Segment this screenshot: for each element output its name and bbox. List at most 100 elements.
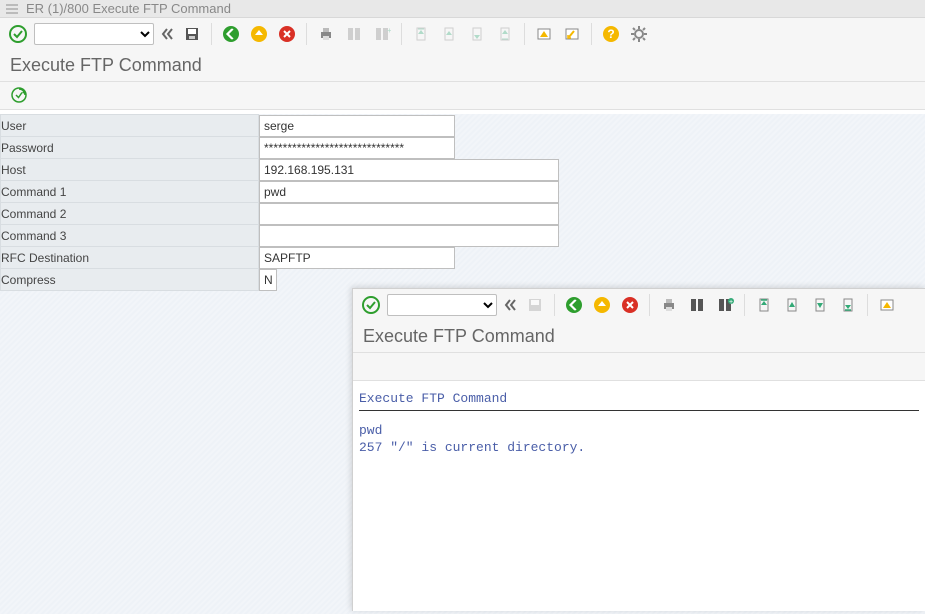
- form-row-host: Host: [1, 159, 560, 181]
- input-command3[interactable]: [259, 225, 559, 247]
- form-row-password: Password: [1, 137, 560, 159]
- app-toolbar: [0, 82, 925, 110]
- screen-title: Execute FTP Command: [0, 50, 925, 82]
- result-line: 257 "/" is current directory.: [359, 440, 919, 457]
- form-row-command1: Command 1: [1, 181, 560, 203]
- first-page-icon: [755, 296, 773, 314]
- back-button[interactable]: [501, 293, 519, 317]
- label-rfc-dest: RFC Destination: [1, 247, 259, 269]
- svg-text:+: +: [387, 26, 391, 35]
- result-header: Execute FTP Command: [359, 391, 919, 411]
- toolbar-separator: [401, 23, 402, 45]
- execute-button[interactable]: [8, 84, 32, 108]
- label-user: User: [1, 115, 259, 137]
- toolbar-separator: [211, 23, 212, 45]
- save-button[interactable]: [523, 293, 547, 317]
- overlay-window: + Execute FTP Command Execute FTP Comman…: [352, 288, 925, 611]
- new-session-button[interactable]: [875, 293, 899, 317]
- toolbar-separator: [867, 294, 868, 316]
- last-page-icon: [839, 296, 857, 314]
- input-compress[interactable]: [259, 269, 277, 291]
- gear-icon: [630, 25, 648, 43]
- first-page-button[interactable]: [409, 22, 433, 46]
- execute-icon: [10, 86, 30, 106]
- nav-exit-button[interactable]: [247, 22, 271, 46]
- input-command1[interactable]: [259, 181, 559, 203]
- print-button[interactable]: [657, 293, 681, 317]
- input-command2[interactable]: [259, 203, 559, 225]
- nav-back-button[interactable]: [219, 22, 243, 46]
- nav-back-icon: [222, 25, 240, 43]
- result-area: Execute FTP Command pwd 257 "/" is curre…: [353, 381, 925, 463]
- print-button[interactable]: [314, 22, 338, 46]
- save-button[interactable]: [180, 22, 204, 46]
- form-table: User Password Host Command 1 Command 2 C…: [0, 114, 560, 291]
- overlay-screen-title-text: Execute FTP Command: [363, 326, 555, 347]
- nav-cancel-button[interactable]: [275, 22, 299, 46]
- prev-page-button[interactable]: [437, 22, 461, 46]
- last-page-button[interactable]: [493, 22, 517, 46]
- label-host: Host: [1, 159, 259, 181]
- toolbar-separator: [554, 294, 555, 316]
- nav-exit-icon: [593, 296, 611, 314]
- new-session-button[interactable]: [532, 22, 556, 46]
- find-next-button[interactable]: +: [713, 293, 737, 317]
- find-icon: [345, 25, 363, 43]
- last-page-button[interactable]: [836, 293, 860, 317]
- command-field[interactable]: [34, 23, 154, 45]
- print-icon: [317, 25, 335, 43]
- nav-exit-button[interactable]: [590, 293, 614, 317]
- enter-icon: [362, 296, 380, 314]
- print-icon: [660, 296, 678, 314]
- find-next-button[interactable]: +: [370, 22, 394, 46]
- toolbar-separator: [649, 294, 650, 316]
- menu-icon[interactable]: [6, 4, 18, 14]
- nav-cancel-icon: [278, 25, 296, 43]
- overlay-screen-title: Execute FTP Command: [353, 321, 925, 353]
- first-page-icon: [412, 25, 430, 43]
- new-session-icon: [878, 296, 896, 314]
- customize-button[interactable]: [627, 22, 651, 46]
- input-user[interactable]: [259, 115, 455, 137]
- chevrons-left-icon: [503, 296, 517, 314]
- label-command2: Command 2: [1, 203, 259, 225]
- prev-page-button[interactable]: [780, 293, 804, 317]
- enter-icon: [9, 25, 27, 43]
- last-page-icon: [496, 25, 514, 43]
- window-titlebar: ER (1)/800 Execute FTP Command: [0, 0, 925, 18]
- toolbar-separator: [591, 23, 592, 45]
- input-password[interactable]: [259, 137, 455, 159]
- form-row-user: User: [1, 115, 560, 137]
- label-compress: Compress: [1, 269, 259, 291]
- next-page-button[interactable]: [465, 22, 489, 46]
- label-command1: Command 1: [1, 181, 259, 203]
- svg-text:?: ?: [607, 27, 614, 41]
- find-button[interactable]: [342, 22, 366, 46]
- form-row-rfc-dest: RFC Destination: [1, 247, 560, 269]
- nav-cancel-button[interactable]: [618, 293, 642, 317]
- input-host[interactable]: [259, 159, 559, 181]
- help-button[interactable]: ?: [599, 22, 623, 46]
- help-icon: ?: [602, 25, 620, 43]
- first-page-button[interactable]: [752, 293, 776, 317]
- prev-page-icon: [440, 25, 458, 43]
- find-button[interactable]: [685, 293, 709, 317]
- command-field[interactable]: [387, 294, 497, 316]
- enter-button[interactable]: [6, 22, 30, 46]
- back-button[interactable]: [158, 22, 176, 46]
- overlay-app-toolbar: [353, 353, 925, 381]
- chevrons-left-icon: [160, 25, 174, 43]
- save-icon: [183, 25, 201, 43]
- shortcut-button[interactable]: [560, 22, 584, 46]
- nav-back-icon: [565, 296, 583, 314]
- nav-exit-icon: [250, 25, 268, 43]
- input-rfc-dest[interactable]: [259, 247, 455, 269]
- screen-title-text: Execute FTP Command: [10, 55, 202, 76]
- window-title: ER (1)/800 Execute FTP Command: [26, 1, 231, 16]
- new-session-icon: [535, 25, 553, 43]
- find-icon: [688, 296, 706, 314]
- next-page-button[interactable]: [808, 293, 832, 317]
- enter-button[interactable]: [359, 293, 383, 317]
- nav-back-button[interactable]: [562, 293, 586, 317]
- toolbar-separator: [524, 23, 525, 45]
